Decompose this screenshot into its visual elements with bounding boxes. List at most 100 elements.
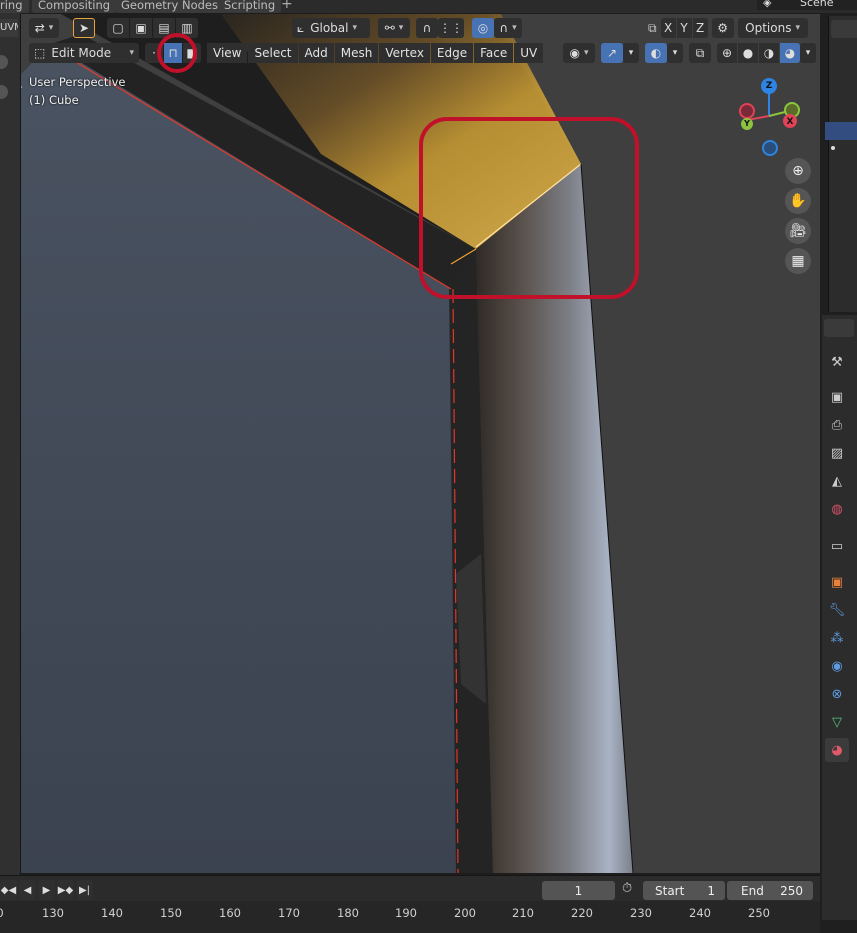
output-properties-tab[interactable]: ⎙: [825, 413, 849, 437]
material-icon: ◕: [831, 742, 843, 758]
tab-shading[interactable]: ring: [0, 0, 29, 13]
snap-target-dropdown[interactable]: ⋮⋮: [438, 18, 464, 38]
collection-properties-tab[interactable]: ▭: [825, 534, 849, 558]
rendered-shading-button[interactable]: ◕: [780, 43, 800, 63]
workspace-tabs: ring Compositing Geometry Nodes Scriptin…: [0, 0, 857, 13]
mirror-z-toggle[interactable]: Z: [692, 18, 708, 38]
menu-select[interactable]: Select: [248, 43, 298, 63]
mode-dropdown[interactable]: ⬚ Edit Mode ▾: [29, 43, 139, 63]
proportional-edit-toggle[interactable]: ◎: [472, 18, 494, 38]
shading-dropdown[interactable]: ▾: [800, 43, 816, 63]
zoom-button[interactable]: ⊕: [785, 158, 811, 184]
start-frame-field[interactable]: Start 1: [643, 881, 725, 900]
current-frame-field[interactable]: 1: [542, 881, 615, 900]
auto-merge-toggle[interactable]: ⚙: [711, 18, 734, 38]
select-extend-button[interactable]: ▣: [130, 18, 152, 38]
material-shading-button[interactable]: ◑: [759, 43, 779, 63]
snap-toggle[interactable]: ∩: [416, 18, 438, 38]
ortho-toggle-button[interactable]: ▦: [785, 248, 811, 274]
play-reverse-icon: ◀: [23, 884, 32, 896]
gizmo-x-axis[interactable]: X: [783, 114, 797, 128]
tool-properties-tab[interactable]: ⚒: [825, 350, 849, 374]
play-button[interactable]: ▶: [38, 880, 55, 900]
menu-face[interactable]: Face: [474, 43, 514, 63]
outliner-selected-row[interactable]: [825, 122, 857, 140]
frame-tick: 200: [454, 906, 476, 920]
gizmo-neg-z-axis[interactable]: [762, 140, 778, 156]
play-reverse-button[interactable]: ◀: [19, 880, 36, 900]
pivot-icon: ⇄: [34, 21, 45, 35]
gizmo-toggle[interactable]: ↗: [601, 43, 623, 63]
chevron-down-icon: ▾: [795, 23, 800, 33]
scene-selector[interactable]: ◈ ˅ Scene: [757, 0, 857, 10]
wireframe-shading-button[interactable]: ⊕: [717, 43, 737, 63]
menu-mesh[interactable]: Mesh: [334, 43, 379, 63]
shading-group: ⊕ ● ◑ ◕: [717, 43, 800, 63]
timeline-header: ◆◀ ◀ ▶ ▶◆ ▶| 1 ⏱ Start 1 End 250: [0, 875, 820, 901]
3d-viewport[interactable]: ⇄ ▾ ➤ ▢ ▣ ▤ ▥ ⟀ Global ▾ ⚯ ▾ ∩ ⋮⋮ ◎ ∩ ▾ ⧉ X…: [20, 14, 820, 873]
world-properties-tab[interactable]: ◍: [825, 497, 849, 521]
end-value: 250: [780, 883, 803, 898]
xray-icon: ⧉: [695, 45, 705, 60]
falloff-dropdown[interactable]: ∩ ▾: [494, 18, 522, 38]
gizmo-neg-x-axis[interactable]: [739, 103, 755, 119]
gizmo-y-axis[interactable]: Y: [741, 118, 753, 130]
scene-name: Scene: [799, 0, 834, 9]
tab-compositing[interactable]: Compositing: [32, 0, 117, 13]
view-layer-properties-tab[interactable]: ▨: [825, 441, 849, 465]
modifier-properties-tab[interactable]: 🔧︎: [825, 598, 849, 622]
jump-end-button[interactable]: ▶|: [76, 880, 93, 900]
pivot-point-dropdown[interactable]: ⚯ ▾: [378, 18, 410, 38]
playback-controls: ◆◀ ◀ ▶ ▶◆ ▶|: [0, 880, 93, 900]
pan-button[interactable]: ✋: [785, 188, 811, 214]
end-frame-field[interactable]: End 250: [727, 881, 813, 900]
left-tool-button[interactable]: [0, 55, 8, 69]
menu-vertex[interactable]: Vertex: [379, 43, 430, 63]
material-properties-tab[interactable]: ◕: [825, 738, 849, 762]
mode-label: Edit Mode: [51, 46, 112, 60]
menu-uv[interactable]: UV: [514, 43, 544, 63]
chevron-down-icon: ▾: [512, 23, 517, 33]
tab-geometry-nodes[interactable]: Geometry Nodes: [115, 0, 225, 13]
menu-edge[interactable]: Edge: [430, 43, 474, 63]
outliner-display-mode[interactable]: [831, 20, 857, 38]
scene-properties-tab[interactable]: ◭: [825, 469, 849, 493]
mesh-data-icon: ▽: [832, 714, 842, 730]
data-properties-tab[interactable]: ▽: [825, 710, 849, 734]
render-properties-tab[interactable]: ▣: [825, 385, 849, 409]
options-dropdown[interactable]: Options ▾: [737, 18, 808, 38]
object-properties-tab[interactable]: ▣: [825, 570, 849, 594]
xray-toggle[interactable]: ⧉: [689, 43, 711, 63]
camera-view-button[interactable]: 🎥︎: [785, 218, 811, 244]
select-tool-button[interactable]: ➤: [73, 18, 95, 38]
chevron-right-icon[interactable]: ›: [21, 82, 23, 93]
gizmo-z-axis[interactable]: Z: [761, 78, 777, 94]
orientation-dropdown[interactable]: ⟀ Global ▾: [292, 18, 370, 38]
left-tool-button[interactable]: [0, 85, 8, 99]
add-workspace-button[interactable]: +: [281, 0, 293, 12]
overlay-toggle[interactable]: ◐: [645, 43, 667, 63]
stopwatch-icon[interactable]: ⏱: [622, 881, 632, 896]
frame-tick: 130: [42, 906, 64, 920]
wrench-icon: ⚙: [717, 21, 728, 35]
solid-sphere-icon: ●: [742, 46, 754, 60]
transform-pivot-button[interactable]: ⇄ ▾: [29, 18, 59, 38]
mirror-x-toggle[interactable]: X: [660, 18, 676, 38]
perspective-label: User Perspective: [29, 75, 126, 89]
menu-add[interactable]: Add: [298, 43, 334, 63]
physics-properties-tab[interactable]: ◉: [825, 654, 849, 678]
solid-shading-button[interactable]: ●: [738, 43, 758, 63]
particles-properties-tab[interactable]: ⁂: [825, 626, 849, 650]
mirror-y-toggle[interactable]: Y: [676, 18, 692, 38]
constraints-properties-tab[interactable]: ⊗: [825, 682, 849, 706]
overlay-dropdown[interactable]: ▾: [667, 43, 683, 63]
menu-view[interactable]: View: [207, 43, 248, 63]
tab-scripting[interactable]: Scripting: [218, 0, 282, 13]
timeline-ruler[interactable]: 0 130 140 150 160 170 180 190 200 210 22…: [0, 901, 820, 933]
select-new-button[interactable]: ▢: [107, 18, 129, 38]
jump-keyframe-back-button[interactable]: ◆◀: [0, 880, 17, 900]
editor-type-dropdown[interactable]: [824, 319, 854, 337]
visibility-dropdown[interactable]: ◉ ▾: [563, 43, 595, 63]
jump-keyframe-forward-button[interactable]: ▶◆: [57, 880, 74, 900]
gizmo-dropdown[interactable]: ▾: [623, 43, 639, 63]
